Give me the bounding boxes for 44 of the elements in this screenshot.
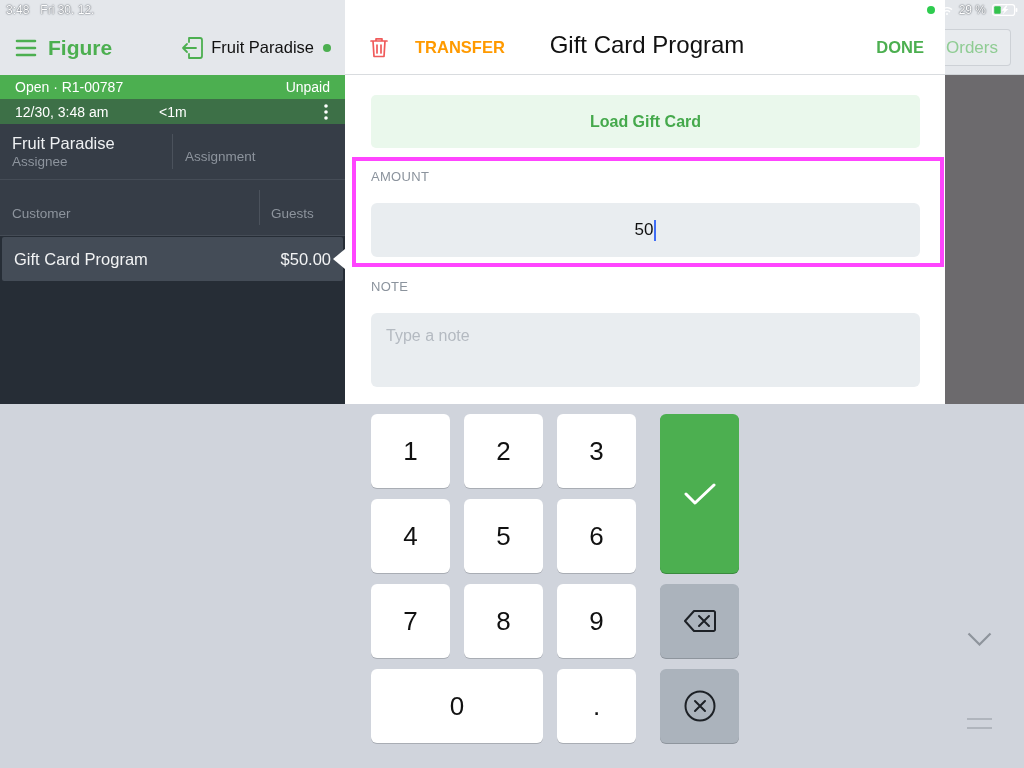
guests-label[interactable]: Guests [260, 193, 314, 222]
order-status: Open · R1-00787 [15, 79, 124, 95]
menu-icon[interactable] [15, 38, 37, 57]
item-price: $50.00 [280, 249, 331, 269]
keypad-key[interactable]: 8 [464, 584, 543, 658]
customer-label[interactable]: Customer [0, 193, 259, 222]
field-label: NOTE [371, 279, 410, 295]
keypad-key[interactable]: 9 [557, 584, 636, 658]
keypad-key[interactable]: 4 [371, 499, 450, 573]
clear-button[interactable] [660, 669, 739, 743]
keypad-key[interactable]: 0 [371, 669, 543, 743]
backspace-button[interactable] [660, 584, 739, 658]
battery-icon [992, 4, 1018, 16]
item-name: Gift Card Program [14, 249, 148, 269]
two-lines-icon [967, 718, 992, 729]
indicator-dot-icon [926, 6, 935, 14]
app-title: Figure [48, 35, 113, 60]
trash-icon[interactable] [370, 36, 388, 58]
elapsed-time: <1m [159, 103, 187, 120]
chevron-down-icon[interactable] [967, 632, 992, 646]
location-name[interactable]: Fruit Paradise [211, 38, 314, 57]
amount-field[interactable]: 50 [371, 203, 920, 257]
keypad-key[interactable]: 5 [464, 499, 543, 573]
backspace-icon [683, 610, 716, 632]
order-line-item[interactable]: Gift Card Program $50.00 [2, 237, 343, 281]
assignment-label[interactable]: Assignment [173, 138, 256, 165]
keypad-key[interactable]: 3 [557, 414, 636, 488]
door-arrow-icon[interactable] [181, 35, 204, 60]
status-time: 3:48 [6, 3, 30, 17]
more-options-icon[interactable] [324, 103, 328, 120]
assignee-label: Assignee [12, 152, 69, 170]
order-created-time: 12/30, 3:48 am [15, 103, 110, 120]
modal-title: Gift Card Program [549, 31, 745, 59]
battery-percentage: 29 % [958, 3, 986, 17]
assignee-name[interactable]: Fruit Paradise [12, 133, 172, 153]
clear-icon [683, 690, 716, 722]
keypad-key[interactable]: 2 [464, 414, 543, 488]
keypad-key[interactable]: . [557, 669, 636, 743]
check-icon [683, 481, 716, 506]
payment-status: Unpaid [285, 79, 330, 95]
keypad-key[interactable]: 7 [371, 584, 450, 658]
keypad-key[interactable]: 6 [557, 499, 636, 573]
keypad-key[interactable]: 1 [371, 414, 450, 488]
field-label: AMOUNT [371, 169, 431, 185]
